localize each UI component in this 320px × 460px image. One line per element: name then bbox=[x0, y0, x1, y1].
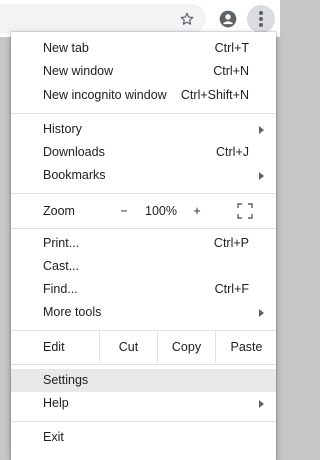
submenu-arrow-icon bbox=[259, 172, 264, 180]
zoom-label: Zoom bbox=[43, 204, 75, 218]
menu-divider bbox=[11, 421, 276, 422]
menu-item-label: Find... bbox=[43, 282, 78, 296]
menu-item-label: Settings bbox=[43, 373, 89, 387]
menu-item-label: Print... bbox=[43, 236, 80, 250]
menu-divider bbox=[11, 113, 276, 114]
menu-item-shortcut: Ctrl+P bbox=[213, 236, 249, 250]
menu-item-settings[interactable]: Settings bbox=[11, 369, 276, 392]
menu-item-label: History bbox=[43, 122, 82, 136]
menu-item-find[interactable]: Find... Ctrl+F bbox=[11, 278, 276, 301]
menu-item-shortcut: Ctrl+F bbox=[214, 282, 249, 296]
zoom-level: 100% bbox=[145, 204, 177, 218]
cut-button[interactable]: Cut bbox=[99, 331, 157, 363]
menu-item-label: Exit bbox=[43, 430, 64, 444]
menu-item-new-window[interactable]: New window Ctrl+N bbox=[11, 60, 276, 83]
paste-button[interactable]: Paste bbox=[215, 331, 277, 363]
menu-item-more-tools[interactable]: More tools bbox=[11, 301, 276, 324]
menu-item-label: New tab bbox=[43, 41, 89, 55]
menu-item-label: Bookmarks bbox=[43, 168, 106, 182]
menu-item-label: Cast... bbox=[43, 259, 80, 273]
fullscreen-icon[interactable] bbox=[237, 203, 253, 219]
star-icon[interactable] bbox=[175, 7, 199, 31]
zoom-out-button[interactable]: − bbox=[118, 195, 130, 227]
menu-item-exit[interactable]: Exit bbox=[11, 426, 276, 449]
browser-main-menu: New tab Ctrl+T New window Ctrl+N New inc… bbox=[11, 32, 276, 460]
menu-item-shortcut: Ctrl+Shift+N bbox=[180, 88, 249, 102]
menu-item-label: New window bbox=[43, 64, 114, 78]
three-dot-menu-icon[interactable] bbox=[247, 5, 275, 33]
menu-item-shortcut: Ctrl+J bbox=[216, 145, 249, 159]
menu-item-print[interactable]: Print... Ctrl+P bbox=[11, 232, 276, 255]
menu-edit-row: Edit Cut Copy Paste bbox=[11, 331, 276, 363]
submenu-arrow-icon bbox=[259, 126, 264, 134]
menu-item-help[interactable]: Help bbox=[11, 392, 276, 415]
menu-item-label: Downloads bbox=[43, 145, 105, 159]
account-circle-icon[interactable] bbox=[216, 7, 240, 31]
menu-zoom-row: Zoom − 100% + bbox=[11, 195, 276, 227]
submenu-arrow-icon bbox=[259, 400, 264, 408]
menu-divider bbox=[11, 193, 276, 194]
copy-button[interactable]: Copy bbox=[157, 331, 215, 363]
menu-item-shortcut: Ctrl+T bbox=[214, 41, 249, 55]
menu-item-downloads[interactable]: Downloads Ctrl+J bbox=[11, 141, 276, 164]
menu-item-label: Help bbox=[43, 396, 69, 410]
menu-item-label: More tools bbox=[43, 305, 102, 319]
menu-item-bookmarks[interactable]: Bookmarks bbox=[11, 164, 276, 187]
menu-item-history[interactable]: History bbox=[11, 118, 276, 141]
menu-item-new-incognito-window[interactable]: New incognito window Ctrl+Shift+N bbox=[11, 84, 276, 107]
menu-divider bbox=[11, 228, 276, 229]
menu-item-label: New incognito window bbox=[43, 88, 167, 102]
menu-item-new-tab[interactable]: New tab Ctrl+T bbox=[11, 37, 276, 60]
menu-item-cast[interactable]: Cast... bbox=[11, 255, 276, 278]
edit-label: Edit bbox=[43, 340, 65, 354]
zoom-in-button[interactable]: + bbox=[191, 195, 203, 227]
submenu-arrow-icon bbox=[259, 309, 264, 317]
menu-item-shortcut: Ctrl+N bbox=[213, 64, 249, 78]
menu-divider bbox=[11, 364, 276, 365]
